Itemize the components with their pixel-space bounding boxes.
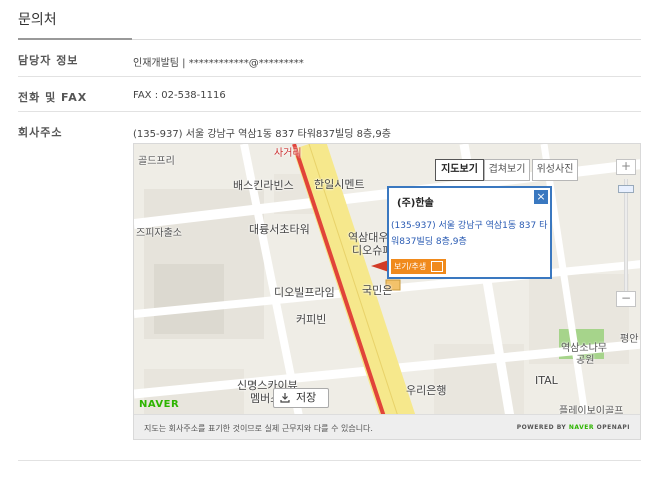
map-label: 골드프리	[138, 156, 175, 167]
powered-prefix: POWERED BY	[516, 424, 567, 431]
popup-action-button[interactable]: 보기/추생	[391, 259, 447, 274]
map-footer: 지도는 회사주소를 표기한 것이므로 실제 근무지와 다를 수 있습니다. PO…	[134, 414, 640, 439]
map-label: 배스킨라빈스	[233, 179, 294, 192]
map-label: 즈피자출소	[136, 228, 182, 239]
manager-label: 담당자 정보	[18, 54, 79, 67]
manager-value: 인재개발팀 | ************@*********	[133, 58, 304, 69]
popup-address[interactable]: (135-937) 서울 강남구 역삼1동 837 타워837빌딩 8층,9층	[391, 218, 551, 250]
document-icon	[431, 261, 444, 272]
map-label: 국민은	[362, 284, 393, 297]
hybrid-view-button[interactable]: 겹쳐보기	[484, 159, 530, 181]
map-label: 대륭서초타워	[249, 223, 310, 236]
map-label: 평안	[620, 334, 639, 345]
row-divider	[18, 76, 641, 77]
save-label: 저장	[296, 391, 317, 404]
powered-suffix: OPENAPI	[596, 424, 630, 431]
row-divider	[18, 111, 641, 112]
map-label: 한일시멘트	[314, 178, 365, 191]
save-button[interactable]: 저장	[273, 388, 329, 408]
satellite-view-button[interactable]: 위성사진	[532, 159, 578, 181]
zoom-slider-handle[interactable]	[618, 185, 634, 193]
phone-label: 전화 및 FAX	[18, 91, 88, 104]
naver-logo: NAVER	[139, 399, 180, 410]
zoom-control[interactable]: + −	[616, 159, 636, 319]
zoom-slider-track[interactable]	[624, 179, 628, 297]
map-disclaimer: 지도는 회사주소를 표기한 것이므로 실제 근무지와 다를 수 있습니다.	[144, 424, 373, 433]
address-label: 회사주소	[18, 126, 63, 139]
zoom-out-button[interactable]: −	[616, 291, 636, 307]
section-title: 문의처	[18, 12, 57, 28]
map-label: 공원	[576, 355, 595, 366]
title-underline	[18, 38, 132, 40]
bottom-divider	[18, 460, 641, 461]
location-popup: (주)한솔 × (135-937) 서울 강남구 역삼1동 837 타워837빌…	[387, 186, 552, 279]
map-label: 사거리	[274, 148, 302, 159]
download-icon	[280, 393, 290, 403]
map-view-button[interactable]: 지도보기	[435, 159, 484, 181]
title-divider	[132, 39, 641, 40]
map-label: 디오빌프라임	[274, 286, 335, 299]
map-label: ITAL	[535, 374, 558, 387]
popup-title: (주)한솔	[397, 198, 434, 209]
powered-naver: NAVER	[568, 424, 594, 431]
powered-by: POWERED BY NAVER OPENAPI	[517, 424, 630, 431]
map-view[interactable]: 사거리 골드프리 배스킨라빈스 한일시멘트 대륭서초타워 즈피자출소 역삼대우 …	[133, 143, 641, 440]
map-label: 커피빈	[296, 313, 327, 326]
zoom-in-button[interactable]: +	[616, 159, 636, 175]
address-value: (135-937) 서울 강남구 역삼1동 837 타워837빌딩 8층,9층	[133, 129, 391, 140]
phone-value: FAX : 02-538-1116	[133, 90, 226, 101]
map-label: 우리은행	[406, 384, 447, 397]
close-icon[interactable]: ×	[534, 190, 548, 204]
popup-action-label: 보기/추생	[394, 262, 427, 271]
